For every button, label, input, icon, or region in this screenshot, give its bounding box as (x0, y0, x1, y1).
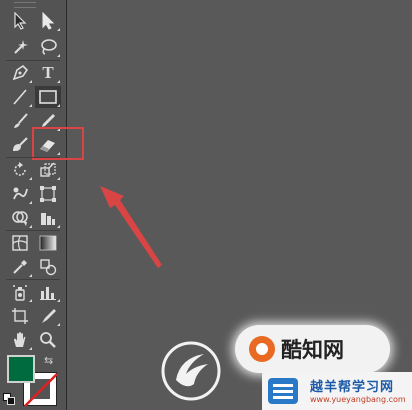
badge-logo-icon (249, 336, 275, 362)
watermark-logo-icon (161, 341, 221, 401)
badge-text: 酷知网 (281, 338, 344, 362)
watermark-badge: 酷知网 (235, 325, 390, 373)
site-url: www.yueyangbang.com (310, 395, 406, 404)
site-logo-icon (268, 378, 298, 404)
site-name: 越羊帮学习网 (310, 380, 395, 395)
site-watermark: 越羊帮学习网 www.yueyangbang.com (262, 372, 412, 410)
